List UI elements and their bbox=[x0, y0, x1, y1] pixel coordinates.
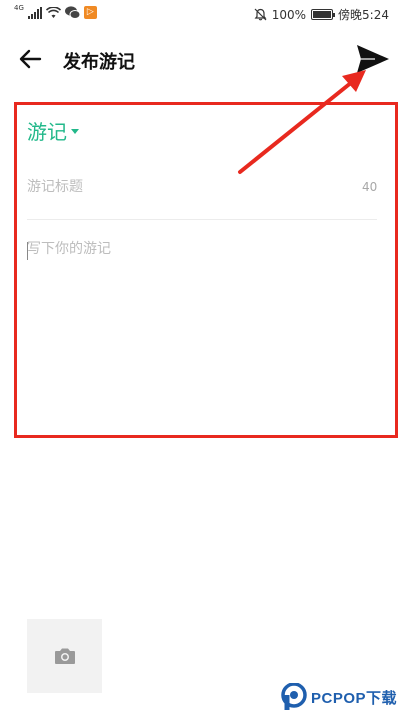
top-app-bar: 发布游记 bbox=[0, 36, 405, 82]
network-type-label: 4G bbox=[14, 4, 24, 12]
status-right: 100% 傍晚5:24 bbox=[254, 6, 389, 23]
caret-down-icon bbox=[71, 129, 79, 134]
pcpop-logo-icon bbox=[281, 683, 307, 710]
content-textarea[interactable] bbox=[27, 238, 377, 418]
category-selector[interactable]: 游记 bbox=[27, 116, 79, 145]
title-char-limit: 40 bbox=[362, 180, 378, 194]
status-left: 4G ▷ bbox=[14, 4, 97, 19]
category-label: 游记 bbox=[27, 120, 67, 144]
status-bar: 4G ▷ 100% 傍晚5:24 bbox=[0, 0, 405, 28]
mute-bell-icon bbox=[254, 8, 267, 21]
watermark-text: PCPOP下载 bbox=[311, 689, 398, 707]
battery-level bbox=[313, 11, 332, 18]
send-paper-plane-icon[interactable] bbox=[355, 43, 391, 75]
watermark: PCPOP下载 bbox=[281, 683, 397, 711]
add-photo-button[interactable] bbox=[27, 619, 102, 693]
app-notification-icon: ▷ bbox=[83, 6, 97, 19]
wifi-icon bbox=[45, 6, 61, 18]
page-title: 发布游记 bbox=[63, 52, 135, 73]
divider bbox=[27, 219, 377, 220]
status-time: 傍晚5:24 bbox=[338, 8, 389, 22]
battery-icon bbox=[311, 9, 336, 20]
camera-icon bbox=[54, 648, 75, 664]
battery-percent: 100% bbox=[271, 7, 307, 22]
text-cursor bbox=[27, 242, 28, 260]
signal-icon bbox=[27, 6, 42, 19]
wechat-icon bbox=[64, 6, 80, 19]
arrow-left-icon[interactable] bbox=[18, 46, 44, 72]
title-input[interactable] bbox=[27, 175, 357, 199]
